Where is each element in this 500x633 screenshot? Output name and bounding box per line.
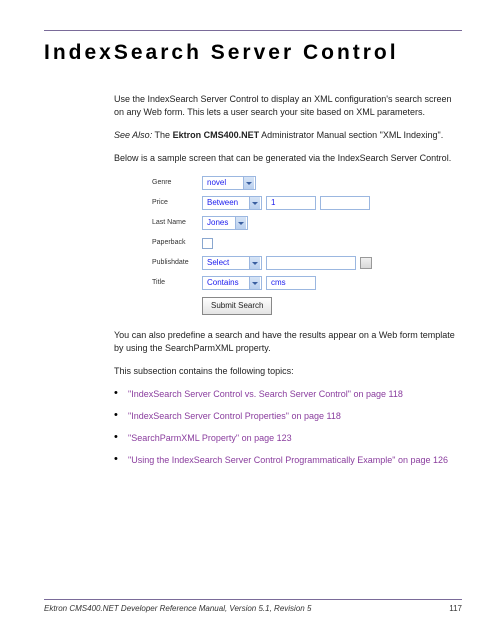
page-title: IndexSearch Server Control: [44, 41, 462, 65]
chevron-down-icon: [249, 197, 260, 209]
price-select-value: Between: [207, 197, 238, 209]
sample-row-paperback: Paperback: [152, 235, 462, 251]
sample-intro: Below is a sample screen that can be gen…: [114, 152, 462, 165]
chevron-down-icon: [235, 217, 246, 229]
see-also-label: See Also:: [114, 130, 152, 140]
lastname-select-value: Jones: [207, 217, 228, 229]
see-also-product: Ektron CMS400.NET: [173, 130, 260, 140]
topic-link-list: "IndexSearch Server Control vs. Search S…: [114, 388, 462, 467]
submit-search-button[interactable]: Submit Search: [202, 297, 272, 315]
genre-select-value: novel: [207, 177, 226, 189]
title-select-value: Contains: [207, 277, 239, 289]
chevron-down-icon: [249, 257, 260, 269]
price-value-input[interactable]: 1: [266, 196, 316, 210]
calendar-icon[interactable]: [360, 257, 372, 269]
sample-row-genre: Genre novel: [152, 175, 462, 191]
footer-text: Ektron CMS400.NET Developer Reference Ma…: [44, 604, 311, 613]
predefine-paragraph: You can also predefine a search and have…: [114, 329, 462, 355]
label-genre: Genre: [152, 178, 202, 188]
sample-row-publishdate: Publishdate Select: [152, 255, 462, 271]
see-also-t1: The: [152, 130, 172, 140]
genre-select[interactable]: novel: [202, 176, 256, 190]
sample-row-lastname: Last Name Jones: [152, 215, 462, 231]
publishdate-input[interactable]: [266, 256, 356, 270]
sample-row-price: Price Between 1: [152, 195, 462, 211]
topic-link[interactable]: "IndexSearch Server Control Properties" …: [114, 410, 462, 423]
paperback-checkbox[interactable]: [202, 238, 213, 249]
chevron-down-icon: [243, 177, 254, 189]
price-value-input-2[interactable]: [320, 196, 370, 210]
topic-link[interactable]: "SearchParmXML Property" on page 123: [114, 432, 462, 445]
see-also-paragraph: See Also: The Ektron CMS400.NET Administ…: [114, 129, 462, 142]
publishdate-select[interactable]: Select: [202, 256, 262, 270]
footer-rule: [44, 599, 462, 600]
label-lastname: Last Name: [152, 218, 202, 228]
top-rule: [44, 30, 462, 31]
label-publishdate: Publishdate: [152, 258, 202, 268]
topic-link[interactable]: "IndexSearch Server Control vs. Search S…: [114, 388, 462, 401]
page-footer: Ektron CMS400.NET Developer Reference Ma…: [44, 599, 462, 613]
label-paperback: Paperback: [152, 238, 202, 248]
topic-link[interactable]: "Using the IndexSearch Server Control Pr…: [114, 454, 462, 467]
intro-paragraph: Use the IndexSearch Server Control to di…: [114, 93, 462, 119]
page-number: 117: [449, 604, 462, 613]
title-select[interactable]: Contains: [202, 276, 262, 290]
chevron-down-icon: [249, 277, 260, 289]
price-select[interactable]: Between: [202, 196, 262, 210]
sample-screen: Genre novel Price Between 1 Last Name Jo…: [152, 175, 462, 315]
topics-intro: This subsection contains the following t…: [114, 365, 462, 378]
label-price: Price: [152, 198, 202, 208]
lastname-select[interactable]: Jones: [202, 216, 248, 230]
publishdate-select-value: Select: [207, 257, 229, 269]
see-also-t2: Administrator Manual section "XML Indexi…: [259, 130, 443, 140]
title-input[interactable]: cms: [266, 276, 316, 290]
sample-row-title: Title Contains cms: [152, 275, 462, 291]
label-title: Title: [152, 278, 202, 288]
